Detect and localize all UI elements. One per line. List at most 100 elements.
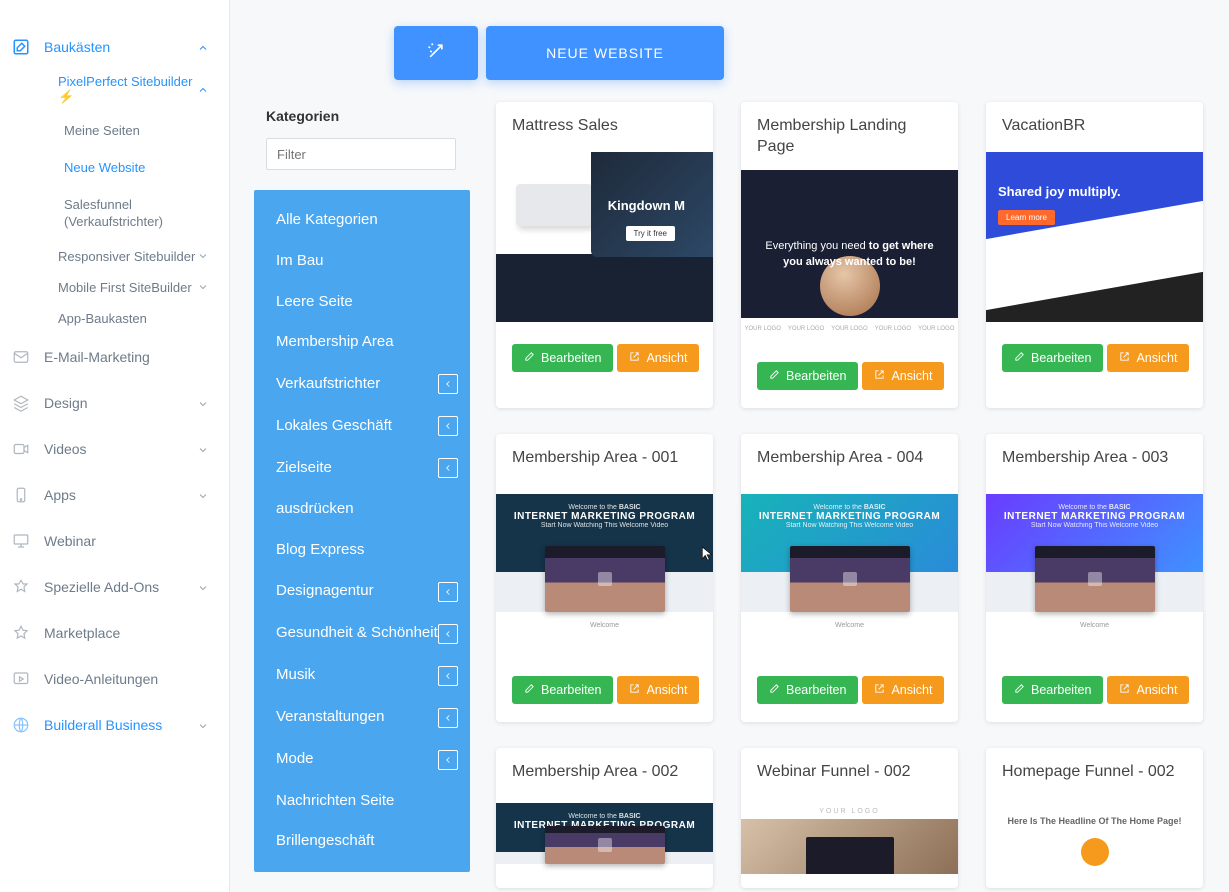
external-link-icon: [629, 683, 640, 697]
chevron-left-icon: [438, 582, 458, 602]
template-thumbnail[interactable]: Welcome to the BASICINTERNET MARKETING P…: [496, 798, 713, 874]
category-item[interactable]: Zielseite: [254, 447, 470, 489]
template-thumbnail[interactable]: Everything you need to get whereyou alwa…: [741, 170, 958, 340]
view-label: Ansicht: [891, 683, 932, 697]
template-card: VacationBRShared joy multiply.Learn more…: [986, 102, 1203, 408]
template-card: Membership Area - 004Welcome to the BASI…: [741, 434, 958, 722]
template-thumbnail[interactable]: Here Is The Headline Of The Home Page!: [986, 798, 1203, 874]
edit-label: Bearbeiten: [1031, 683, 1091, 697]
nav-pixelperfect[interactable]: PixelPerfect Sitebuilder ⚡: [58, 66, 229, 113]
template-card: Mattress SalesKingdown MTry it freeBearb…: [496, 102, 713, 408]
view-button[interactable]: Ansicht: [1107, 676, 1189, 704]
category-label: Veranstaltungen: [276, 708, 384, 727]
category-item[interactable]: Leere Seite: [254, 282, 470, 323]
template-thumbnail[interactable]: YOUR LOGO: [741, 798, 958, 874]
category-item[interactable]: Gesundheit & Schönheit: [254, 613, 470, 655]
nav-appbaukasten[interactable]: App-Baukasten: [58, 303, 229, 334]
nav-design[interactable]: Design: [0, 380, 229, 426]
category-label: Membership Area: [276, 333, 394, 352]
view-label: Ansicht: [646, 683, 687, 697]
categories-panel: Kategorien Alle Kategorien Im BauLeere Se…: [254, 102, 470, 872]
templates-grid: Mattress SalesKingdown MTry it freeBearb…: [496, 102, 1203, 888]
view-button[interactable]: Ansicht: [1107, 344, 1189, 372]
edit-button[interactable]: Bearbeiten: [1002, 344, 1103, 372]
chevron-left-icon: [438, 708, 458, 728]
template-thumbnail[interactable]: Shared joy multiply.Learn moreON BR: [986, 152, 1203, 322]
category-item[interactable]: Verkaufstrichter: [254, 363, 470, 405]
envelope-icon: [12, 348, 30, 366]
view-button[interactable]: Ansicht: [617, 344, 699, 372]
pencil-icon: [769, 683, 780, 697]
edit-label: Bearbeiten: [786, 369, 846, 383]
lightning-icon: ⚡: [58, 89, 74, 104]
template-thumbnail[interactable]: Welcome to the BASICINTERNET MARKETING P…: [741, 484, 958, 654]
template-card: Membership Landing PageEverything you ne…: [741, 102, 958, 408]
nav-builderall-business[interactable]: Builderall Business: [0, 702, 229, 748]
category-label: Designagentur: [276, 582, 374, 601]
category-item[interactable]: Musik: [254, 655, 470, 697]
pencil-icon: [524, 351, 535, 365]
category-label: Alle Kategorien: [276, 211, 378, 230]
categories-filter-input[interactable]: [266, 138, 456, 170]
chevron-left-icon: [438, 750, 458, 770]
category-item[interactable]: Mode: [254, 739, 470, 781]
edit-label: Bearbeiten: [1031, 351, 1091, 365]
category-label: Nachrichten Seite: [276, 792, 394, 811]
template-card: Webinar Funnel - 002YOUR LOGO: [741, 748, 958, 888]
nav-baukaesten-label: Baukästen: [44, 39, 183, 55]
category-label: Blog Express: [276, 541, 364, 560]
category-item[interactable]: Brillengeschäft: [254, 821, 470, 862]
template-thumbnail[interactable]: Kingdown MTry it free: [496, 152, 713, 322]
category-item[interactable]: Lokales Geschäft: [254, 405, 470, 447]
edit-button[interactable]: Bearbeiten: [512, 344, 613, 372]
chevron-down-icon: [197, 281, 209, 293]
nav-salesfunnel[interactable]: Salesfunnel (Verkaufstrichter): [0, 187, 229, 241]
nav-baukaesten[interactable]: Baukästen: [0, 28, 229, 66]
view-button[interactable]: Ansicht: [862, 362, 944, 390]
category-label: Brillengeschäft: [276, 832, 374, 851]
nav-addons[interactable]: Spezielle Add-Ons: [0, 564, 229, 610]
new-website-button[interactable]: NEUE WEBSITE: [486, 26, 724, 80]
chevron-down-icon: [197, 443, 209, 455]
star-icon: [12, 624, 30, 642]
chevron-left-icon: [438, 374, 458, 394]
template-title: Membership Area - 004: [741, 434, 958, 484]
nav-mobilefirst[interactable]: Mobile First SiteBuilder: [58, 272, 229, 303]
layers-icon: [12, 394, 30, 412]
template-thumbnail[interactable]: Welcome to the BASICINTERNET MARKETING P…: [986, 484, 1203, 654]
nav-videos[interactable]: Videos: [0, 426, 229, 472]
nav-responsiver[interactable]: Responsiver Sitebuilder: [58, 241, 229, 272]
nav-email[interactable]: E-Mail-Marketing: [0, 334, 229, 380]
nav-video-anleitungen[interactable]: Video-Anleitungen: [0, 656, 229, 702]
edit-button[interactable]: Bearbeiten: [757, 676, 858, 704]
category-item[interactable]: Veranstaltungen: [254, 697, 470, 739]
template-title: VacationBR: [986, 102, 1203, 152]
external-link-icon: [874, 369, 885, 383]
chevron-left-icon: [438, 458, 458, 478]
category-item[interactable]: ausdrücken: [254, 489, 470, 530]
nav-meine-seiten[interactable]: Meine Seiten: [0, 113, 229, 150]
template-thumbnail[interactable]: Welcome to the BASICINTERNET MARKETING P…: [496, 484, 713, 654]
edit-button[interactable]: Bearbeiten: [1002, 676, 1103, 704]
category-item[interactable]: Im Bau: [254, 241, 470, 282]
top-toolbar: NEUE WEBSITE: [254, 0, 1229, 102]
category-item[interactable]: Alle Kategorien: [254, 200, 470, 241]
nav-apps[interactable]: Apps: [0, 472, 229, 518]
template-card: Membership Area - 001Welcome to the BASI…: [496, 434, 713, 722]
view-label: Ansicht: [891, 369, 932, 383]
category-item[interactable]: Nachrichten Seite: [254, 781, 470, 822]
category-item[interactable]: Blog Express: [254, 530, 470, 571]
edit-button[interactable]: Bearbeiten: [512, 676, 613, 704]
edit-button[interactable]: Bearbeiten: [757, 362, 858, 390]
view-button[interactable]: Ansicht: [862, 676, 944, 704]
nav-marketplace[interactable]: Marketplace: [0, 610, 229, 656]
category-item[interactable]: Membership Area: [254, 322, 470, 363]
magic-wand-button[interactable]: [394, 26, 478, 80]
categories-title: Kategorien: [254, 102, 470, 138]
category-item[interactable]: Designagentur: [254, 571, 470, 613]
external-link-icon: [629, 351, 640, 365]
nav-webinar[interactable]: Webinar: [0, 518, 229, 564]
view-button[interactable]: Ansicht: [617, 676, 699, 704]
nav-neue-website[interactable]: Neue Website: [0, 150, 229, 187]
template-title: Homepage Funnel - 002: [986, 748, 1203, 798]
